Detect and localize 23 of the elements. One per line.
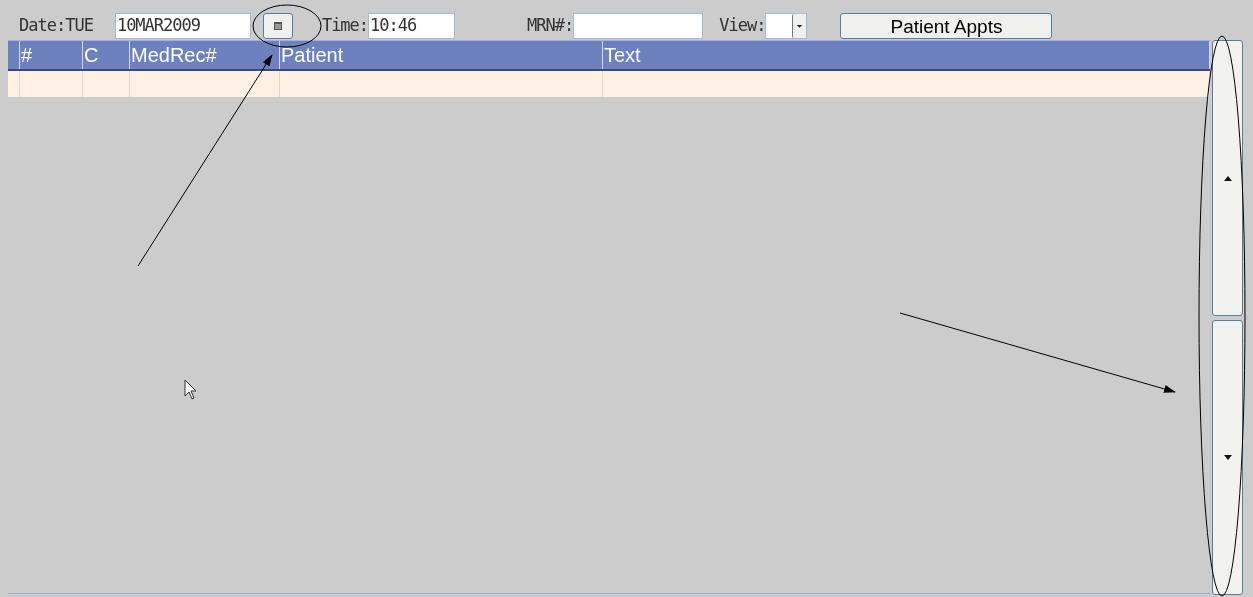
up-arrow-icon (1223, 175, 1232, 181)
column-header[interactable]: # (20, 41, 83, 69)
column-header[interactable]: C (83, 41, 130, 69)
mrn-label: MRN#: (527, 14, 574, 38)
time-label: Time: (321, 14, 369, 38)
date-field[interactable]: 10MAR2009 (114, 13, 251, 39)
column-header[interactable]: MedRec# (130, 41, 280, 69)
calendar-button[interactable] (262, 13, 293, 39)
down-arrow-icon (1223, 455, 1232, 460)
column-header[interactable]: Patient (280, 41, 603, 69)
view-dropdown[interactable] (765, 13, 808, 39)
scroll-up-button[interactable] (1212, 40, 1243, 316)
time-field[interactable]: 10:46 (368, 13, 456, 39)
mouse-cursor-icon (184, 379, 197, 400)
view-label: View: (719, 14, 766, 38)
column-header[interactable]: Text (603, 41, 1210, 69)
calendar-icon (273, 22, 282, 30)
scroll-down-button[interactable] (1212, 320, 1243, 595)
mrn-field[interactable] (573, 13, 704, 39)
caret-icon (792, 14, 807, 38)
annotation-ellipse (252, 4, 322, 48)
patient-appts-button[interactable]: Patient Appts (840, 13, 1053, 39)
date-label: Date:TUE (19, 14, 93, 38)
